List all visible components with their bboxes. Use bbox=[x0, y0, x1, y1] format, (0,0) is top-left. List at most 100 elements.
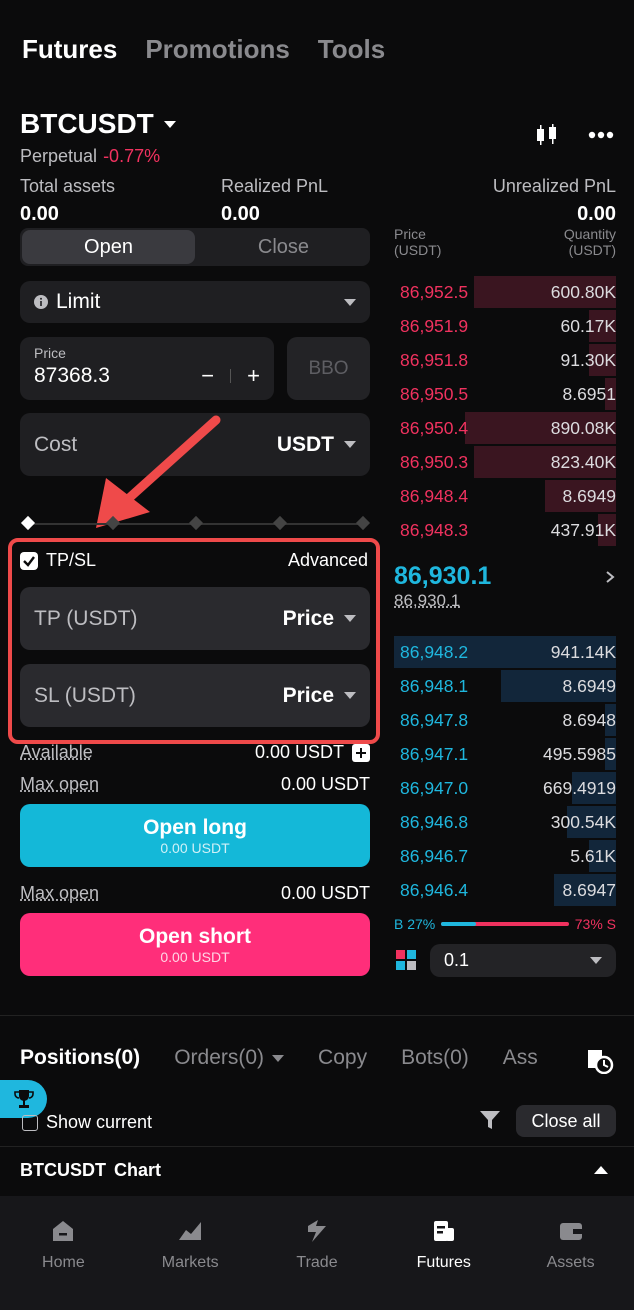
bid-row[interactable]: 86,946.8 300.54K bbox=[394, 805, 616, 839]
tab-positions[interactable]: Positions(0) bbox=[20, 1046, 140, 1070]
bbo-button[interactable]: BBO bbox=[287, 337, 370, 400]
sell-percent: 73% S bbox=[574, 916, 616, 932]
amount-slider[interactable] bbox=[20, 515, 371, 531]
max-open-value: 0.00 USDT bbox=[280, 774, 370, 794]
bid-row[interactable]: 86,947.1 495.5985 bbox=[394, 737, 616, 771]
caret-down-icon bbox=[344, 298, 356, 306]
symbol-name: BTCUSDT bbox=[20, 108, 154, 139]
cost-label: Cost bbox=[34, 432, 78, 456]
price-value[interactable]: 87368.3 bbox=[34, 364, 110, 388]
checkbox-checked-icon bbox=[20, 551, 38, 570]
ask-row[interactable]: 86,948.4 8.6949 bbox=[394, 479, 616, 513]
ask-quantity: 60.17K bbox=[560, 315, 616, 336]
bid-row[interactable]: 86,947.8 8.6948 bbox=[394, 703, 616, 737]
bid-row[interactable]: 86,948.2 941.14K bbox=[394, 635, 616, 669]
bid-row[interactable]: 86,947.0 669.4919 bbox=[394, 771, 616, 805]
slider-mark[interactable] bbox=[355, 515, 371, 531]
tp-input[interactable]: TP (USDT) Price bbox=[20, 587, 370, 650]
nav-home[interactable]: Home bbox=[0, 1196, 127, 1310]
order-type: Limit bbox=[34, 290, 100, 314]
price-column-header: Price bbox=[394, 226, 426, 242]
total-assets-label: Total assets bbox=[20, 176, 116, 196]
ask-row[interactable]: 86,952.5 600.80K bbox=[394, 275, 616, 309]
top-nav: Futures Promotions Tools bbox=[22, 34, 385, 65]
tab-bots[interactable]: Bots(0) bbox=[401, 1046, 469, 1070]
show-current-checkbox[interactable]: Show current bbox=[22, 1112, 152, 1133]
history-icon[interactable] bbox=[584, 1046, 614, 1079]
tab-futures[interactable]: Futures bbox=[22, 34, 117, 65]
bid-price: 86,947.8 bbox=[400, 709, 469, 730]
ask-row[interactable]: 86,950.3 823.40K bbox=[394, 445, 616, 479]
ask-quantity: 91.30K bbox=[560, 349, 616, 370]
filter-icon[interactable] bbox=[478, 1108, 502, 1137]
caret-up-icon[interactable] bbox=[594, 1166, 608, 1174]
last-price[interactable]: 86,930.1 86,930.1 bbox=[394, 562, 616, 611]
max-open-label: Max open bbox=[20, 774, 100, 794]
tab-copy[interactable]: Copy bbox=[318, 1046, 367, 1070]
sl-mode-select[interactable]: Price bbox=[283, 684, 356, 708]
bid-price: 86,946.7 bbox=[400, 845, 469, 866]
advanced-link[interactable]: Advanced bbox=[288, 550, 368, 571]
show-current-label: Show current bbox=[46, 1112, 153, 1132]
slider-mark[interactable] bbox=[272, 515, 288, 531]
bids-list: 86,948.2 941.14K 86,948.1 8.6949 86,947.8 8.6… bbox=[394, 635, 616, 907]
bid-quantity: 941.14K bbox=[550, 641, 616, 662]
slider-handle[interactable] bbox=[20, 515, 36, 531]
ask-row[interactable]: 86,951.8 91.30K bbox=[394, 343, 616, 377]
increase-price-button[interactable]: + bbox=[247, 363, 260, 389]
price-step-select[interactable]: 0.1 bbox=[430, 944, 616, 977]
chart-section-header[interactable]: BTCUSDT Chart bbox=[20, 1160, 161, 1181]
nav-markets-label: Markets bbox=[161, 1254, 219, 1271]
nav-markets[interactable]: Markets bbox=[127, 1196, 254, 1310]
tp-mode-select[interactable]: Price bbox=[283, 607, 356, 631]
bottom-nav: Home Markets Trade Futures Assets bbox=[0, 1196, 634, 1310]
more-icon[interactable] bbox=[588, 131, 614, 139]
candlestick-icon[interactable] bbox=[534, 122, 560, 148]
bid-quantity: 495.5985 bbox=[543, 743, 616, 764]
tab-assets[interactable]: Ass bbox=[503, 1046, 538, 1070]
nav-assets-label: Assets bbox=[546, 1254, 595, 1271]
unrealized-pnl: Unrealized PnL 0.00 bbox=[493, 176, 616, 226]
price-input[interactable]: Price 87368.3 − + bbox=[20, 337, 274, 400]
open-long-button[interactable]: Open long 0.00 USDT bbox=[20, 804, 370, 867]
ratio-bar bbox=[441, 922, 569, 926]
markets-icon bbox=[179, 1222, 202, 1240]
buy-ratio-fill bbox=[441, 922, 476, 926]
max-open-value: 0.00 USDT bbox=[280, 883, 370, 903]
cost-unit-select[interactable]: USDT bbox=[277, 433, 356, 457]
tab-orders[interactable]: Orders(0) bbox=[174, 1046, 285, 1070]
open-short-label: Open short bbox=[138, 924, 251, 948]
ask-row[interactable]: 86,951.9 60.17K bbox=[394, 309, 616, 343]
ask-quantity: 823.40K bbox=[550, 451, 616, 472]
bid-row[interactable]: 86,946.7 5.61K bbox=[394, 839, 616, 873]
ask-row[interactable]: 86,948.3 437.91K bbox=[394, 513, 616, 547]
open-close-toggle: Open Close bbox=[20, 228, 370, 266]
open-tab[interactable]: Open bbox=[22, 230, 195, 264]
tab-tools[interactable]: Tools bbox=[318, 34, 385, 65]
caret-down-icon bbox=[272, 1054, 285, 1062]
nav-trade[interactable]: Trade bbox=[254, 1196, 381, 1310]
depth-layout-icon[interactable] bbox=[396, 950, 416, 975]
divider bbox=[230, 369, 232, 383]
open-long-label: Open long bbox=[143, 815, 247, 839]
open-short-button[interactable]: Open short 0.00 USDT bbox=[20, 913, 370, 976]
open-long-amount: 0.00 USDT bbox=[160, 839, 230, 856]
tpsl-checkbox[interactable]: TP/SL bbox=[20, 550, 96, 571]
tab-promotions[interactable]: Promotions bbox=[145, 34, 289, 65]
ask-row[interactable]: 86,950.5 8.6951 bbox=[394, 377, 616, 411]
nav-assets[interactable]: Assets bbox=[507, 1196, 634, 1310]
symbol-selector[interactable]: BTCUSDT bbox=[20, 108, 176, 140]
close-all-button[interactable]: Close all bbox=[516, 1105, 616, 1137]
sl-input[interactable]: SL (USDT) Price bbox=[20, 664, 370, 727]
bid-row[interactable]: 86,946.4 8.6947 bbox=[394, 873, 616, 907]
max-open-row-2: Max open 0.00 USDT bbox=[20, 883, 370, 904]
ask-price: 86,952.5 bbox=[400, 281, 469, 302]
close-tab[interactable]: Close bbox=[197, 228, 370, 266]
order-type-select[interactable]: Limit bbox=[20, 281, 370, 323]
nav-futures[interactable]: Futures bbox=[380, 1196, 507, 1310]
unrealized-pnl-label: Unrealized PnL bbox=[492, 176, 616, 196]
bid-row[interactable]: 86,948.1 8.6949 bbox=[394, 669, 616, 703]
add-funds-icon[interactable] bbox=[352, 743, 370, 762]
decrease-price-button[interactable]: − bbox=[201, 363, 214, 389]
ask-row[interactable]: 86,950.4 890.08K bbox=[394, 411, 616, 445]
